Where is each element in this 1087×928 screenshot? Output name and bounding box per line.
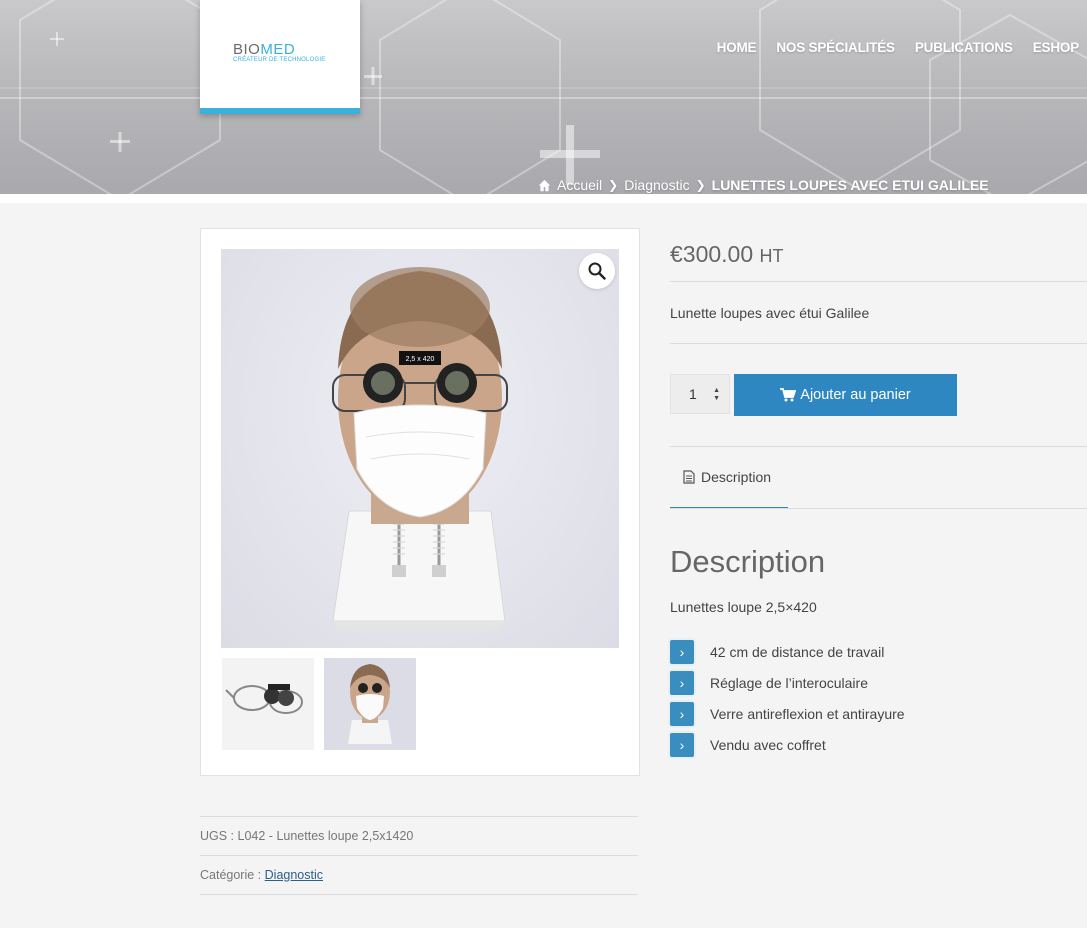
feature-text: Réglage de l’interoculaire — [710, 674, 868, 691]
feature-list: › 42 cm de distance de travail › Réglage… — [670, 636, 905, 760]
breadcrumb-current: LUNETTES LOUPES AVEC ETUI GALILEE — [711, 177, 989, 193]
divider — [670, 343, 1087, 344]
breadcrumb-category[interactable]: Diagnostic — [624, 177, 689, 193]
chevron-right-icon: › — [670, 732, 694, 757]
chevron-right-icon: › — [670, 701, 694, 726]
sku-value: L042 - Lunettes loupe 2,5x1420 — [237, 829, 414, 843]
breadcrumb-home[interactable]: Accueil — [557, 177, 602, 193]
category-row: Catégorie : Diagnostic — [200, 855, 638, 895]
tab-description[interactable]: Description — [670, 447, 788, 508]
product-meta: UGS : L042 - Lunettes loupe 2,5x1420 Cat… — [200, 816, 638, 895]
zoom-button[interactable] — [579, 253, 615, 289]
quantity-value: 1 — [689, 386, 697, 402]
main-nav: HOME NOS SPÉCIALITÉS PUBLICATIONS ESHOP — [717, 40, 1087, 55]
nav-publications[interactable]: PUBLICATIONS — [915, 40, 1013, 55]
mannequin-thumbnail-image — [348, 664, 392, 744]
logo[interactable]: BIOMED CRÉATEUR DE TECHNOLOGIE — [200, 0, 360, 114]
mannequin-illustration: 2,5 x 420 — [332, 267, 508, 631]
sku-row: UGS : L042 - Lunettes loupe 2,5x1420 — [200, 816, 638, 855]
thumbnail-mannequin[interactable] — [324, 658, 416, 750]
thumbnail-glasses[interactable] — [222, 658, 314, 750]
product-main-image[interactable]: 2,5 x 420 — [221, 249, 619, 648]
list-item: › Réglage de l’interoculaire — [670, 667, 905, 698]
divider — [670, 281, 1087, 282]
category-label: Catégorie : — [200, 868, 262, 882]
chevron-right-icon: › — [670, 670, 694, 695]
header-divider — [0, 194, 1087, 203]
stepper-arrows-icon[interactable]: ▲ ▼ — [713, 387, 720, 403]
quantity-stepper[interactable]: 1 ▲ ▼ — [670, 374, 730, 414]
nav-specialites[interactable]: NOS SPÉCIALITÉS — [776, 40, 895, 55]
loupe-marking: 2,5 x 420 — [406, 356, 435, 363]
hexagon-pattern — [0, 0, 1087, 194]
logo-tagline: CRÉATEUR DE TECHNOLOGIE — [233, 57, 326, 63]
feature-text: Vendu avec coffret — [710, 736, 826, 753]
feature-text: Verre antireflexion et antirayure — [710, 705, 905, 722]
description-heading: Description — [670, 544, 826, 579]
nav-home[interactable]: HOME — [717, 40, 757, 55]
short-description: Lunette loupes avec étui Galilee — [670, 305, 870, 321]
logo-part-med: MED — [260, 41, 296, 58]
tabs-underline — [670, 508, 1087, 509]
chevron-right-icon: ❯ — [695, 178, 706, 192]
chevron-right-icon: ❯ — [608, 178, 619, 192]
sku-label: UGS : — [200, 829, 235, 843]
tab-description-label: Description — [701, 469, 772, 485]
cart-icon — [780, 388, 797, 402]
magnifier-icon — [588, 262, 606, 280]
breadcrumb: Accueil ❯ Diagnostic ❯ LUNETTES LOUPES A… — [538, 177, 989, 193]
list-item: › Verre antireflexion et antirayure — [670, 698, 905, 729]
add-to-cart-label: Ajouter au panier — [800, 387, 911, 403]
add-to-cart-button[interactable]: Ajouter au panier — [734, 374, 957, 416]
product-gallery: 2,5 x 420 — [200, 228, 640, 776]
document-icon — [683, 470, 695, 484]
logo-part-bio: BIO — [233, 41, 261, 58]
glasses-thumbnail-image — [225, 684, 303, 714]
description-subtitle: Lunettes loupe 2,5×420 — [670, 599, 817, 615]
price-suffix: HT — [759, 246, 784, 266]
price: €300.00 HT — [670, 241, 784, 268]
price-amount: €300.00 — [670, 241, 754, 267]
header-banner: BIOMED CRÉATEUR DE TECHNOLOGIE HOME NOS … — [0, 0, 1087, 194]
feature-text: 42 cm de distance de travail — [710, 643, 885, 660]
list-item: › 42 cm de distance de travail — [670, 636, 905, 667]
list-item: › Vendu avec coffret — [670, 729, 905, 760]
logo-wordmark: BIOMED — [233, 41, 295, 58]
chevron-right-icon: › — [670, 639, 694, 664]
nav-eshop[interactable]: ESHOP — [1033, 40, 1079, 55]
home-icon — [538, 179, 551, 191]
category-link[interactable]: Diagnostic — [265, 868, 323, 882]
